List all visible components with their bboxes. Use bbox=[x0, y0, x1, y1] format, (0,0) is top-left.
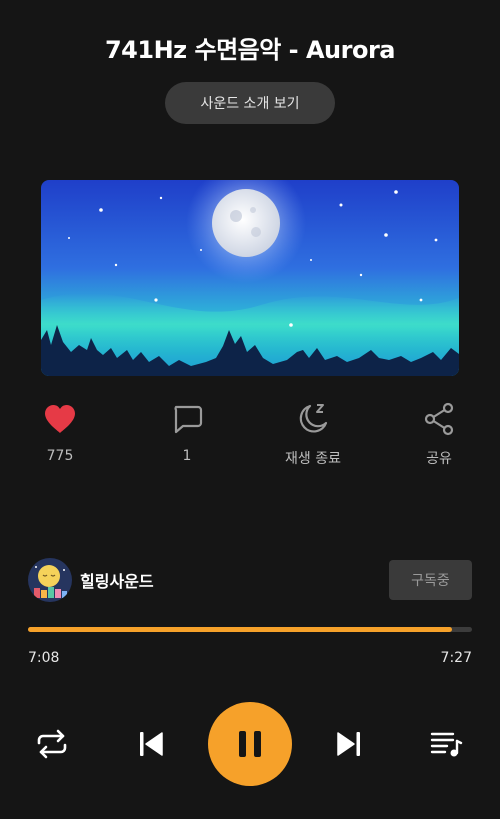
sound-intro-button[interactable]: 사운드 소개 보기 bbox=[165, 82, 335, 124]
current-time: 7:08 bbox=[28, 650, 60, 666]
action-row: 775 1 재생 종료 공유 bbox=[0, 402, 500, 472]
like-count: 775 bbox=[46, 448, 74, 464]
pause-button[interactable] bbox=[208, 702, 292, 786]
channel-info[interactable]: 힐링사운드 bbox=[28, 558, 154, 602]
sleep-timer-button[interactable]: 재생 종료 bbox=[263, 402, 363, 472]
share-icon bbox=[422, 402, 456, 436]
pause-icon bbox=[239, 731, 261, 757]
comment-icon bbox=[170, 402, 204, 436]
track-title: 741Hz 수면음악 - Aurora bbox=[104, 36, 396, 64]
comment-count: 1 bbox=[182, 448, 192, 464]
repeat-icon bbox=[37, 729, 67, 759]
repeat-button[interactable] bbox=[32, 724, 72, 764]
player-controls bbox=[0, 702, 500, 786]
comment-button[interactable]: 1 bbox=[137, 402, 237, 472]
channel-avatar[interactable] bbox=[28, 558, 72, 602]
channel-name[interactable]: 힐링사운드 bbox=[80, 568, 154, 592]
previous-icon bbox=[140, 732, 163, 756]
playlist-button[interactable] bbox=[426, 724, 466, 764]
subscribe-button[interactable]: 구독중 bbox=[389, 560, 472, 600]
like-button[interactable]: 775 bbox=[10, 402, 110, 472]
playlist-icon bbox=[430, 732, 463, 757]
progress-bar[interactable] bbox=[28, 627, 472, 632]
next-icon bbox=[337, 732, 360, 756]
previous-button[interactable] bbox=[131, 724, 171, 764]
aurora-artwork bbox=[41, 180, 459, 376]
sleep-timer-label: 재생 종료 bbox=[285, 451, 341, 467]
sleep-timer-icon bbox=[296, 402, 330, 436]
next-button[interactable] bbox=[329, 724, 369, 764]
album-art bbox=[41, 180, 459, 376]
heart-icon bbox=[43, 402, 77, 436]
progress-fill bbox=[28, 627, 453, 632]
share-button[interactable]: 공유 bbox=[389, 402, 489, 472]
share-label: 공유 bbox=[426, 451, 452, 467]
total-time: 7:27 bbox=[440, 650, 472, 666]
